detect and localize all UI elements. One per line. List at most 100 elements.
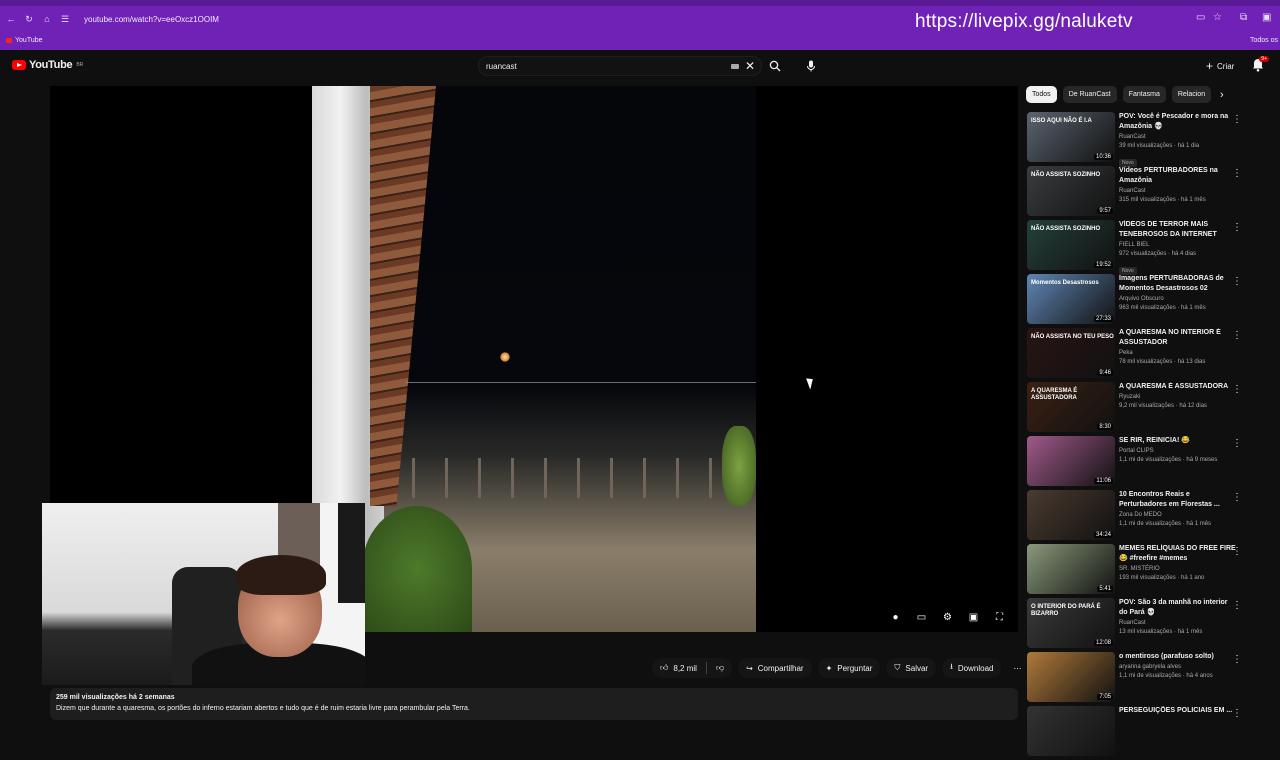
- url-text[interactable]: youtube.com/watch?v=eeOxcz1OOIM: [84, 15, 219, 24]
- recommendation-item[interactable]: Momentos Desastrosos 27:33 Imagens PERTURB…: [1026, 274, 1276, 328]
- more-options-icon[interactable]: ⋮: [1232, 276, 1242, 287]
- autoplay-toggle-icon[interactable]: ●: [888, 610, 903, 624]
- video-title[interactable]: SE RIR, REINICIA! 😂: [1119, 436, 1237, 446]
- video-title[interactable]: 10 Encontros Reais e Perturbadores em Fl…: [1119, 490, 1237, 510]
- video-title[interactable]: VÍDEOS DE TERROR MAIS TENEBROSOS DA INTE…: [1119, 220, 1237, 240]
- profile-icon[interactable]: ▣: [1262, 12, 1271, 23]
- fullscreen-icon[interactable]: ⛶: [992, 610, 1007, 624]
- video-thumbnail[interactable]: A QUARESMA É ASSUSTADORA 8:30: [1027, 382, 1115, 432]
- recommendation-item[interactable]: 11:06 SE RIR, REINICIA! 😂 Portal CLIPS 1,1 …: [1026, 436, 1276, 490]
- subtitles-icon[interactable]: ▭: [914, 610, 929, 624]
- create-button[interactable]: + Criar: [1200, 56, 1240, 76]
- extensions-icon[interactable]: ⧉: [1240, 12, 1247, 23]
- search-box[interactable]: ✕: [478, 56, 762, 76]
- description-text: Dizem que durante a quaresma, os portões…: [56, 705, 470, 712]
- more-options-icon[interactable]: ⋮: [1232, 492, 1242, 503]
- recommendation-item[interactable]: ISSO AQUI NÃO É I.A 10:36 POV: Você é Pesc…: [1026, 112, 1276, 167]
- channel-name[interactable]: Ryuzaki: [1119, 393, 1237, 402]
- more-options-icon[interactable]: ⋮: [1232, 708, 1242, 719]
- video-title[interactable]: A QUARESMA É ASSUSTADORA: [1119, 382, 1237, 392]
- all-bookmarks[interactable]: Todos os: [1250, 37, 1278, 44]
- video-thumbnail[interactable]: [1027, 706, 1115, 756]
- video-thumbnail[interactable]: 34:24: [1027, 490, 1115, 540]
- video-info: 10 Encontros Reais e Perturbadores em Fl…: [1119, 490, 1237, 529]
- search-button[interactable]: [764, 56, 786, 76]
- video-title[interactable]: Imagens PERTURBADORAS de Momentos Desast…: [1119, 274, 1237, 294]
- more-options-icon[interactable]: ⋮: [1232, 438, 1242, 449]
- channel-name[interactable]: Zona Do MEDO: [1119, 511, 1237, 520]
- video-title[interactable]: o mentiroso (parafuso solto): [1119, 652, 1237, 662]
- settings-icon[interactable]: ⚙: [940, 610, 955, 624]
- channel-name[interactable]: FIELL BIEL: [1119, 241, 1237, 250]
- bookmark-star-icon[interactable]: ☆: [1213, 12, 1222, 23]
- tab-strip[interactable]: [0, 0, 1280, 6]
- channel-name[interactable]: Arquivo Obscuro: [1119, 295, 1237, 304]
- youtube-logo[interactable]: YouTube BR: [12, 59, 83, 71]
- video-thumbnail[interactable]: NÃO ASSISTA SOZINHO 9:57: [1027, 166, 1115, 216]
- more-options-icon[interactable]: ⋮: [1232, 222, 1242, 233]
- site-info-icon[interactable]: ☰: [58, 14, 72, 25]
- video-thumbnail[interactable]: 7:05: [1027, 652, 1115, 702]
- clear-search-icon[interactable]: ✕: [745, 59, 755, 73]
- recommendation-item[interactable]: 34:24 10 Encontros Reais e Perturbadores …: [1026, 490, 1276, 544]
- more-options-icon[interactable]: ⋮: [1232, 168, 1242, 179]
- recommendation-item[interactable]: A QUARESMA É ASSUSTADORA 8:30 A QUARESMA É…: [1026, 382, 1276, 436]
- more-options-icon[interactable]: ⋮: [1232, 600, 1242, 611]
- back-icon[interactable]: ←: [4, 14, 18, 24]
- like-button[interactable]: 👍︎ 8,2 mil 👎︎: [652, 658, 733, 678]
- chevron-right-icon[interactable]: ›: [1220, 89, 1224, 101]
- share-button[interactable]: ↪ Compartilhar: [738, 658, 812, 678]
- video-thumbnail[interactable]: O INTERIOR DO PARÁ É BIZARRO 12:08: [1027, 598, 1115, 648]
- notifications-button[interactable]: 9+: [1252, 56, 1269, 74]
- download-button[interactable]: ⭳ Download: [942, 658, 1002, 678]
- video-title[interactable]: MEMES RELÍQUIAS DO FREE FIRE 😂 #freefire…: [1119, 544, 1237, 564]
- recommendation-item[interactable]: 5:41 MEMES RELÍQUIAS DO FREE FIRE 😂 #free…: [1026, 544, 1276, 598]
- video-thumbnail[interactable]: NÃO ASSISTA SOZINHO 19:52: [1027, 220, 1115, 270]
- thumbs-down-icon[interactable]: 👎︎: [716, 663, 724, 673]
- reload-icon[interactable]: ↻: [22, 14, 36, 25]
- channel-name[interactable]: SR. MISTÉRIO: [1119, 565, 1237, 574]
- voice-search-button[interactable]: [800, 56, 822, 76]
- video-thumbnail[interactable]: Momentos Desastrosos 27:33: [1027, 274, 1115, 324]
- more-options-icon[interactable]: ⋮: [1232, 546, 1242, 557]
- more-options-icon[interactable]: ⋮: [1232, 384, 1242, 395]
- chip-relacionados[interactable]: Relacion: [1171, 86, 1212, 103]
- channel-name[interactable]: Portal CLIPS: [1119, 447, 1237, 456]
- video-title[interactable]: PERSEGUIÇÕES POLICIAIS EM ...: [1119, 706, 1237, 716]
- more-actions-icon[interactable]: ⋯: [1007, 658, 1027, 678]
- channel-name[interactable]: RuanCast: [1119, 133, 1237, 142]
- chip-de-ruancast[interactable]: De RuanCast: [1062, 86, 1117, 103]
- video-thumbnail[interactable]: 11:06: [1027, 436, 1115, 486]
- home-icon[interactable]: ⌂: [40, 14, 54, 24]
- video-title[interactable]: POV: Você é Pescador e mora na Amazônia …: [1119, 112, 1237, 132]
- recommendation-item[interactable]: NÃO ASSISTA NO TEU PESO 9:46 A QUARESMA NO…: [1026, 328, 1276, 382]
- bookmark-youtube[interactable]: YouTube: [6, 37, 43, 44]
- channel-name[interactable]: RuanCast: [1119, 619, 1237, 628]
- video-title[interactable]: Vídeos PERTURBADORES na Amazônia: [1119, 166, 1237, 186]
- recommendation-item[interactable]: O INTERIOR DO PARÁ É BIZARRO 12:08 POV: Sã…: [1026, 598, 1276, 652]
- miniplayer-icon[interactable]: ▣: [966, 610, 981, 624]
- recommendation-item[interactable]: NÃO ASSISTA SOZINHO 9:57 Vídeos PERTURBADO…: [1026, 166, 1276, 220]
- recommendation-item[interactable]: NÃO ASSISTA SOZINHO 19:52 VÍDEOS DE TERROR…: [1026, 220, 1276, 275]
- channel-name[interactable]: Peka: [1119, 349, 1237, 358]
- ask-button[interactable]: ✦ Perguntar: [817, 658, 881, 678]
- recommendation-item[interactable]: 7:05 o mentiroso (parafuso solto) aryanna …: [1026, 652, 1276, 706]
- more-options-icon[interactable]: ⋮: [1232, 654, 1242, 665]
- video-title[interactable]: A QUARESMA NO INTERIOR É ASSUSTADOR: [1119, 328, 1237, 348]
- recommendation-item[interactable]: PERSEGUIÇÕES POLICIAIS EM ... ⋮: [1026, 706, 1276, 760]
- video-thumbnail[interactable]: NÃO ASSISTA NO TEU PESO 9:46: [1027, 328, 1115, 378]
- channel-name[interactable]: aryanna gabryela alves: [1119, 663, 1237, 672]
- video-thumbnail[interactable]: 5:41: [1027, 544, 1115, 594]
- save-button[interactable]: ⛉ Salvar: [886, 658, 937, 678]
- video-title[interactable]: POV: São 3 da manhã no interior do Pará …: [1119, 598, 1237, 618]
- chip-todos[interactable]: Todos: [1026, 86, 1057, 103]
- keyboard-icon[interactable]: [730, 63, 739, 69]
- more-options-icon[interactable]: ⋮: [1232, 114, 1242, 125]
- video-thumbnail[interactable]: ISSO AQUI NÃO É I.A 10:36: [1027, 112, 1115, 162]
- chip-fantasma[interactable]: Fantasma: [1122, 86, 1166, 103]
- cast-icon[interactable]: ▭: [1196, 12, 1205, 23]
- more-options-icon[interactable]: ⋮: [1232, 330, 1242, 341]
- search-input[interactable]: [479, 61, 731, 71]
- video-description[interactable]: 259 mil visualizações há 2 semanas Dizem…: [50, 688, 1018, 720]
- channel-name[interactable]: RuanCast: [1119, 187, 1237, 196]
